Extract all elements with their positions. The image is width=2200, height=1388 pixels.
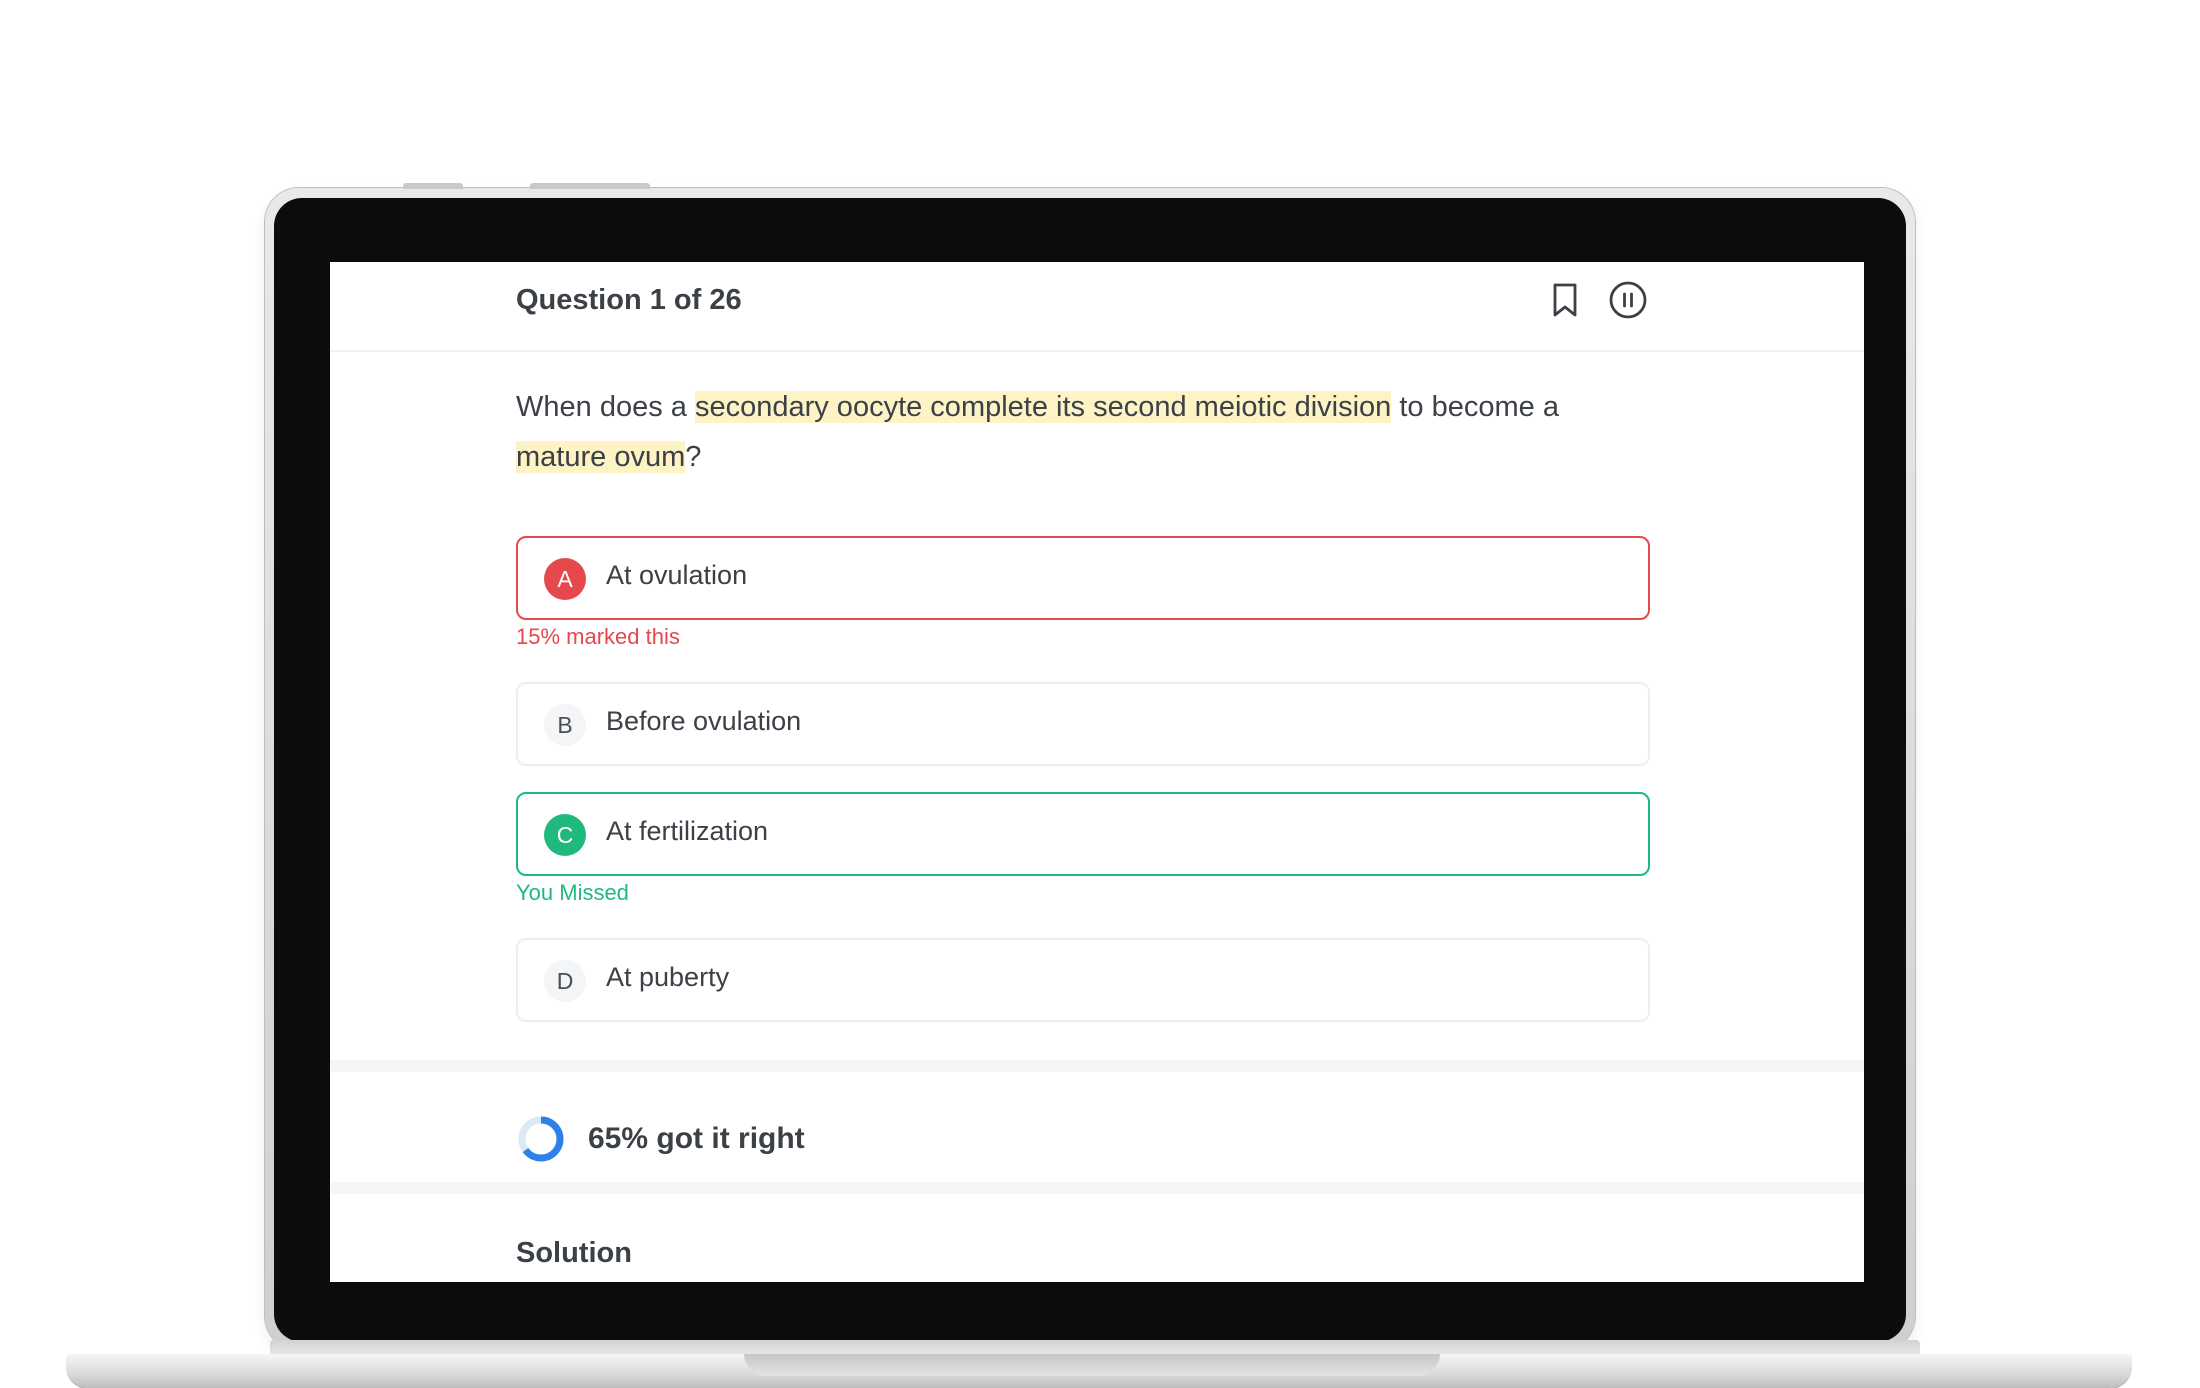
option-a-stat: 15% marked this [516, 624, 680, 649]
question-highlight: mature ovum [516, 441, 686, 473]
option-a[interactable]: A At ovulation [516, 536, 1650, 620]
question-part: to become a [1391, 391, 1559, 423]
option-letter-badge: C [544, 814, 586, 856]
option-label: At ovulation [606, 560, 748, 590]
option-d[interactable]: D At puberty [516, 938, 1650, 1022]
section-divider [330, 1060, 1864, 1072]
option-letter-badge: D [544, 960, 586, 1002]
lid-notch [403, 183, 463, 189]
option-c[interactable]: C At fertilization [516, 792, 1650, 876]
option-label: Before ovulation [606, 706, 802, 736]
pause-circle-icon[interactable] [1606, 278, 1650, 322]
accuracy-ring-icon [518, 1116, 564, 1162]
accuracy-label: 65% got it right [588, 1122, 805, 1155]
question-counter: Question 1 of 26 [516, 284, 742, 316]
question-part: ? [685, 441, 702, 473]
app-screen: Question 1 of 26 When does a secondary o… [330, 262, 1864, 1282]
question-text: When does a secondary oocyte complete it… [516, 382, 1656, 482]
option-label: At fertilization [606, 816, 769, 846]
option-c-stat: You Missed [516, 880, 629, 905]
option-letter-badge: A [544, 558, 586, 600]
laptop-base-groove [744, 1354, 1440, 1376]
question-highlight: secondary oocyte complete its second mei… [694, 391, 1392, 423]
option-label: At puberty [606, 962, 730, 992]
solution-heading: Solution [516, 1237, 632, 1269]
lid-notch [530, 183, 650, 189]
option-b[interactable]: B Before ovulation [516, 682, 1650, 766]
question-part: When does a [516, 391, 695, 423]
section-divider [330, 1182, 1864, 1194]
bookmark-icon[interactable] [1543, 278, 1587, 322]
option-letter-badge: B [544, 704, 586, 746]
